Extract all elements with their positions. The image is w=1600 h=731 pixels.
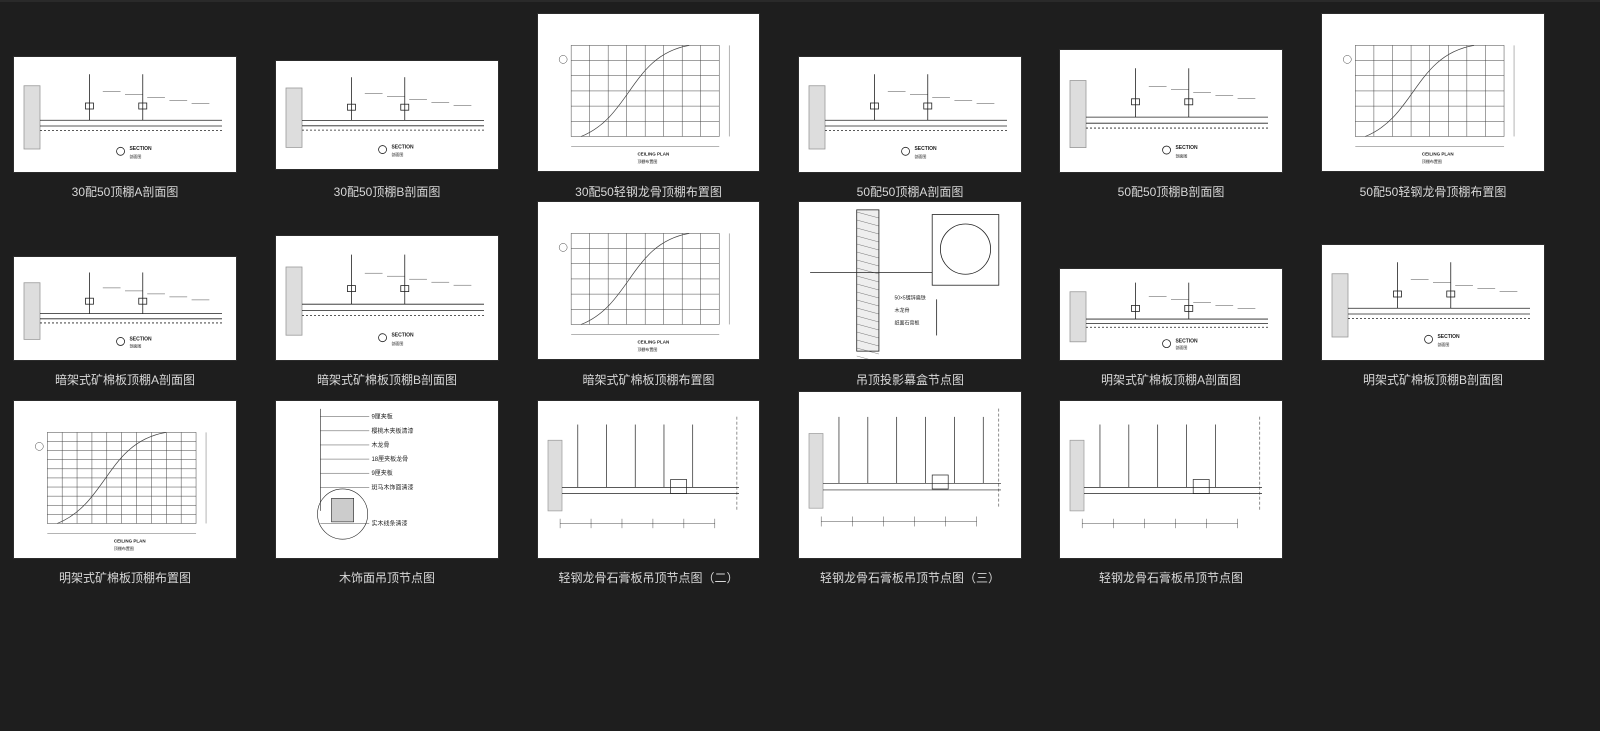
drawing-sublabel: 顶棚布置图 bbox=[637, 158, 657, 164]
thumbnail-image[interactable]: CEILING PLAN 顶棚布置图 bbox=[14, 401, 236, 558]
thumbnail-caption[interactable]: 50配50轻钢龙骨顶棚布置图 bbox=[1303, 183, 1563, 200]
thumbnail-caption[interactable]: 轻钢龙骨石膏板吊顶节点图 bbox=[1041, 569, 1301, 586]
drawing-label: 9厘夹板 bbox=[371, 413, 392, 421]
thumbnail-caption[interactable]: 30配50轻钢龙骨顶棚布置图 bbox=[519, 183, 779, 200]
cad-drawing: 50×5镀锌扁铁木龙骨纸面石膏板 bbox=[810, 209, 1000, 359]
thumbnail-caption[interactable]: 轻钢龙骨石膏板吊顶节点图（二） bbox=[519, 569, 779, 586]
thumbnail-caption[interactable]: 30配50顶棚B剖面图 bbox=[257, 183, 517, 200]
thumbnail-caption[interactable]: 暗架式矿棉板顶棚布置图 bbox=[519, 371, 779, 388]
drawing-label: CEILING PLAN bbox=[637, 151, 669, 156]
thumbnail-image[interactable]: SECTION 剖面图 bbox=[1322, 245, 1544, 360]
drawing-label: 樱桃木夹板清漆 bbox=[371, 427, 413, 435]
cad-drawing: SECTION剖面图 bbox=[285, 77, 484, 157]
cad-drawing: SECTION剖面图 bbox=[23, 74, 222, 159]
cad-drawing bbox=[808, 408, 1001, 527]
drawing-sublabel: 顶棚布置图 bbox=[637, 346, 657, 352]
thumbnail-caption[interactable]: 暗架式矿棉板顶棚B剖面图 bbox=[257, 371, 517, 388]
drawing-sublabel: 顶棚布置图 bbox=[114, 545, 134, 551]
thumbnail-image[interactable] bbox=[538, 401, 759, 558]
thumbnail-image[interactable]: SECTION 剖面图 bbox=[799, 57, 1021, 172]
thumbnail-caption[interactable]: 明架式矿棉板顶棚布置图 bbox=[0, 569, 255, 586]
cad-drawing: SECTION剖面图 bbox=[1331, 262, 1530, 347]
thumbnail-image[interactable]: SECTION 剖面图 bbox=[276, 236, 498, 360]
drawing-label: 纸面石膏板 bbox=[894, 319, 919, 326]
drawing-label: SECTION bbox=[129, 336, 152, 342]
thumbnail-caption[interactable]: 暗架式矿棉板顶棚A剖面图 bbox=[0, 371, 255, 388]
cad-drawing: CEILING PLAN 顶棚布置图 bbox=[1343, 45, 1515, 164]
thumbnail-image[interactable]: CEILING PLAN 顶棚布置图 bbox=[538, 14, 759, 171]
drawing-sublabel: 剖面图 bbox=[129, 153, 141, 159]
thumbnail-image[interactable]: 9厘夹板 樱桃木夹板清漆 木龙骨 18厘夹板龙骨 9厘夹板 斑马木饰面清漆 实木线条清漆 bbox=[276, 401, 498, 558]
thumbnail-image[interactable] bbox=[1060, 401, 1282, 558]
drawing-sublabel: 剖面图 bbox=[391, 340, 403, 346]
drawing-label: CEILING PLAN bbox=[114, 538, 146, 543]
cad-drawing: CEILING PLAN 顶棚布置图 bbox=[558, 233, 730, 352]
thumbnail-image[interactable]: CEILING PLAN 顶棚布置图 bbox=[1322, 14, 1544, 171]
thumbnail-image[interactable]: SECTION 剖面图 bbox=[1060, 269, 1282, 360]
thumbnail-image[interactable] bbox=[799, 392, 1021, 558]
thumbnail-image[interactable]: SECTION 剖面图 bbox=[14, 257, 236, 360]
drawing-label: 斑马木饰面清漆 bbox=[371, 483, 413, 491]
thumbnail-image[interactable]: 50×5镀锌扁铁 木龙骨纸面石膏板 bbox=[799, 202, 1021, 359]
drawing-sublabel: 剖面图 bbox=[1175, 152, 1187, 158]
drawing-label: 木龙骨 bbox=[894, 307, 909, 314]
drawing-label: SECTION bbox=[1175, 339, 1198, 345]
cad-drawing: SECTION 剖面图 bbox=[285, 254, 484, 346]
thumbnail-image[interactable]: SECTION 剖面图 bbox=[1060, 50, 1282, 172]
drawing-label: CEILING PLAN bbox=[1422, 151, 1454, 156]
cad-drawing: CEILING PLAN 顶棚布置图 bbox=[35, 432, 207, 551]
cad-drawing bbox=[1069, 416, 1262, 529]
drawing-label: SECTION bbox=[1175, 145, 1198, 151]
drawing-sublabel: 剖面图 bbox=[391, 151, 403, 157]
thumbnail-caption[interactable]: 30配50顶棚A剖面图 bbox=[0, 183, 255, 200]
drawing-label: CEILING PLAN bbox=[637, 339, 669, 344]
cad-drawing: 9厘夹板樱桃木夹板清漆木龙骨18厘夹板龙骨9厘夹板斑马木饰面清漆实木线条清漆 bbox=[317, 408, 413, 540]
cad-drawing bbox=[547, 416, 739, 529]
drawing-sublabel: 剖面图 bbox=[129, 343, 141, 349]
drawing-label: SECTION bbox=[914, 146, 937, 152]
drawing-label: 50×5镀锌扁铁 bbox=[894, 294, 925, 301]
drawing-label: SECTION bbox=[1437, 334, 1460, 340]
thumbnail-caption[interactable]: 木饰面吊顶节点图 bbox=[257, 569, 517, 586]
cad-drawing: SECTION剖面图 bbox=[808, 74, 1007, 159]
drawing-label: SECTION bbox=[391, 144, 414, 150]
drawing-sublabel: 剖面图 bbox=[914, 153, 926, 159]
thumbnail-caption[interactable]: 轻钢龙骨石膏板吊顶节点图（三） bbox=[780, 569, 1040, 586]
drawing-sublabel: 剖面图 bbox=[1175, 344, 1187, 350]
thumbnail-caption[interactable]: 50配50顶棚B剖面图 bbox=[1041, 183, 1301, 200]
thumbnail-caption[interactable]: 明架式矿棉板顶棚B剖面图 bbox=[1303, 371, 1563, 388]
cad-drawing: SECTION剖面图 bbox=[1069, 282, 1268, 350]
thumbnail-image[interactable]: SECTION 剖面图 bbox=[276, 61, 498, 169]
drawing-label: 木龙骨 bbox=[371, 441, 389, 449]
cad-drawing: CEILING PLAN 顶棚布置图 bbox=[558, 45, 730, 164]
drawing-sublabel: 顶棚布置图 bbox=[1422, 158, 1442, 164]
drawing-label: 18厘夹板龙骨 bbox=[371, 455, 408, 463]
thumbnail-image[interactable]: CEILING PLAN 顶棚布置图 bbox=[538, 202, 759, 359]
drawing-label: SECTION bbox=[129, 146, 152, 152]
cad-drawing: SECTION剖面图 bbox=[1069, 68, 1268, 158]
thumbnail-caption[interactable]: 50配50顶棚A剖面图 bbox=[780, 183, 1040, 200]
thumbnail-caption[interactable]: 吊顶投影幕盒节点图 bbox=[780, 371, 1040, 388]
drawing-label: 实木线条清漆 bbox=[371, 519, 407, 527]
thumbnail-caption[interactable]: 明架式矿棉板顶棚A剖面图 bbox=[1041, 371, 1301, 388]
drawing-label: SECTION bbox=[391, 332, 414, 338]
cad-drawing: SECTION剖面图 bbox=[23, 272, 222, 349]
drawing-label: 9厘夹板 bbox=[371, 469, 392, 477]
thumbnail-image[interactable]: SECTION 剖面图 bbox=[14, 57, 236, 172]
top-divider bbox=[0, 0, 1600, 2]
drawing-sublabel: 剖面图 bbox=[1437, 341, 1449, 347]
